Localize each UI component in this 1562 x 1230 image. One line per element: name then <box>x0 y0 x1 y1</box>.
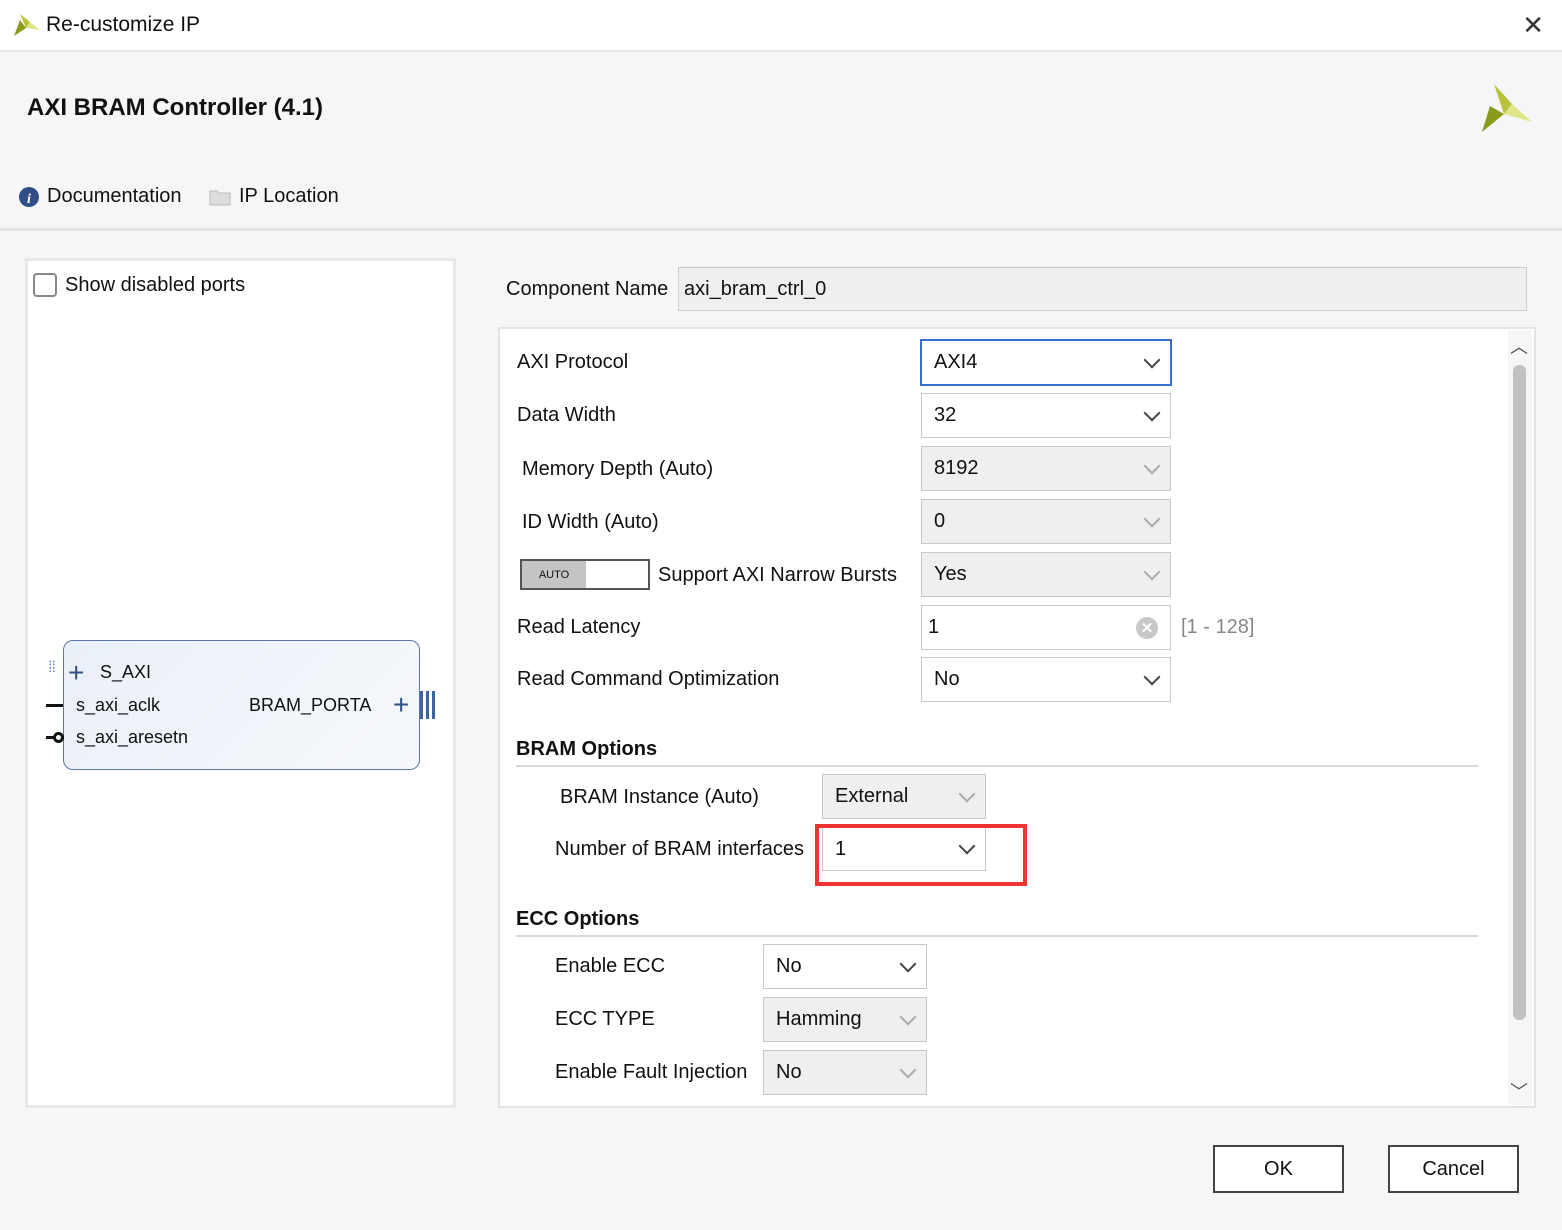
chevron-down-icon <box>899 1061 917 1078</box>
title-bar: Re-customize IP ✕ <box>0 0 1562 52</box>
auto-toggle[interactable]: AUTO <box>520 559 650 590</box>
bram-instance-dropdown[interactable]: External <box>822 774 986 819</box>
bus-dots-icon: ⁞⁞ <box>48 659 56 676</box>
read-latency-value: 1 <box>928 616 940 638</box>
read-cmd-opt-value: No <box>934 668 960 690</box>
vivado-logo-icon <box>14 14 40 36</box>
ecc-type-label: ECC TYPE <box>555 1008 655 1030</box>
highlight-box <box>815 824 1027 886</box>
show-disabled-ports-checkbox[interactable] <box>33 273 57 297</box>
expand-s-axi-icon[interactable]: + <box>68 657 84 689</box>
port-s-axi: S_AXI <box>100 662 152 682</box>
data-width-value: 32 <box>934 404 957 426</box>
port-s-axi-aresetn: s_axi_aresetn <box>76 727 189 747</box>
narrow-bursts-dropdown[interactable]: Yes <box>921 552 1171 597</box>
bram-instance-label: BRAM Instance (Auto) <box>560 786 759 808</box>
read-cmd-opt-label: Read Command Optimization <box>517 668 780 690</box>
read-cmd-opt-dropdown[interactable]: No <box>921 657 1171 702</box>
fault-injection-label: Enable Fault Injection <box>555 1061 748 1083</box>
close-icon[interactable]: ✕ <box>1522 10 1544 41</box>
ecc-options-heading: ECC Options <box>516 908 640 930</box>
clock-pin <box>46 704 63 707</box>
narrow-bursts-label: Support AXI Narrow Bursts <box>658 564 897 586</box>
id-width-value: 0 <box>934 510 946 532</box>
auto-toggle-label: AUTO <box>522 561 586 588</box>
expand-bram-porta-icon[interactable]: + <box>393 689 409 721</box>
folder-icon <box>209 190 231 205</box>
parameters-panel <box>498 327 1536 1108</box>
ip-location-link[interactable]: IP Location <box>209 185 339 208</box>
scroll-down-icon[interactable]: ﹀ <box>1510 1078 1528 1104</box>
ip-location-label: IP Location <box>239 185 339 207</box>
ip-title: AXI BRAM Controller (4.1) <box>27 94 324 121</box>
read-latency-range: [1 - 128] <box>1181 616 1255 638</box>
axi-protocol-label: AXI Protocol <box>517 351 629 373</box>
chevron-down-icon <box>1143 404 1161 421</box>
chevron-down-icon <box>1143 457 1161 474</box>
port-bram-porta: BRAM_PORTA <box>249 695 372 715</box>
chevron-down-icon <box>1143 668 1161 685</box>
id-width-label: ID Width (Auto) <box>522 511 659 533</box>
component-name-label: Component Name <box>506 278 669 300</box>
chevron-down-icon <box>1143 510 1161 527</box>
chevron-down-icon <box>1143 563 1161 580</box>
svg-text:i: i <box>27 192 31 207</box>
enable-ecc-value: No <box>776 955 802 977</box>
num-bram-interfaces-label: Number of BRAM interfaces <box>555 838 804 860</box>
axi-protocol-dropdown[interactable]: AXI4 <box>920 339 1172 386</box>
memory-depth-label: Memory Depth (Auto) <box>522 458 714 480</box>
fault-injection-value: No <box>776 1061 802 1083</box>
divider <box>516 935 1478 937</box>
show-disabled-ports-label: Show disabled ports <box>65 274 246 296</box>
active-low-icon <box>53 732 64 743</box>
memory-depth-value: 8192 <box>934 457 979 479</box>
port-s-axi-aclk: s_axi_aclk <box>76 695 161 715</box>
chevron-down-icon <box>958 785 976 802</box>
ecc-type-dropdown[interactable]: Hamming <box>763 997 927 1042</box>
read-latency-input[interactable]: 1 ✕ <box>921 605 1171 650</box>
clear-icon[interactable]: ✕ <box>1136 616 1158 639</box>
data-width-label: Data Width <box>517 404 616 426</box>
axi-protocol-value: AXI4 <box>934 351 978 373</box>
ecc-type-value: Hamming <box>776 1008 862 1030</box>
bus-pin-icon <box>420 691 436 719</box>
ok-button[interactable]: OK <box>1213 1145 1344 1193</box>
scrollbar-thumb[interactable] <box>1513 365 1526 1020</box>
documentation-label: Documentation <box>47 185 182 207</box>
narrow-bursts-value: Yes <box>934 563 967 585</box>
bram-options-heading: BRAM Options <box>516 738 658 760</box>
enable-ecc-dropdown[interactable]: No <box>763 944 927 989</box>
data-width-dropdown[interactable]: 32 <box>921 393 1171 438</box>
component-name-input[interactable]: axi_bram_ctrl_0 <box>678 267 1527 311</box>
fault-injection-dropdown[interactable]: No <box>763 1050 927 1095</box>
chevron-down-icon <box>1143 351 1161 368</box>
divider <box>0 228 1562 231</box>
window-title: Re-customize IP <box>46 13 201 36</box>
read-latency-label: Read Latency <box>517 616 641 638</box>
divider <box>516 765 1478 767</box>
id-width-dropdown[interactable]: 0 <box>921 499 1171 544</box>
chevron-down-icon <box>899 955 917 972</box>
enable-ecc-label: Enable ECC <box>555 955 666 977</box>
xilinx-logo-icon <box>1482 84 1532 132</box>
documentation-link[interactable]: i Documentation <box>19 185 182 208</box>
memory-depth-dropdown[interactable]: 8192 <box>921 446 1171 491</box>
info-icon: i <box>19 186 39 207</box>
bram-instance-value: External <box>835 785 909 807</box>
cancel-button[interactable]: Cancel <box>1388 1145 1519 1193</box>
chevron-down-icon <box>899 1008 917 1025</box>
scroll-up-icon[interactable]: ︿ <box>1510 333 1528 359</box>
